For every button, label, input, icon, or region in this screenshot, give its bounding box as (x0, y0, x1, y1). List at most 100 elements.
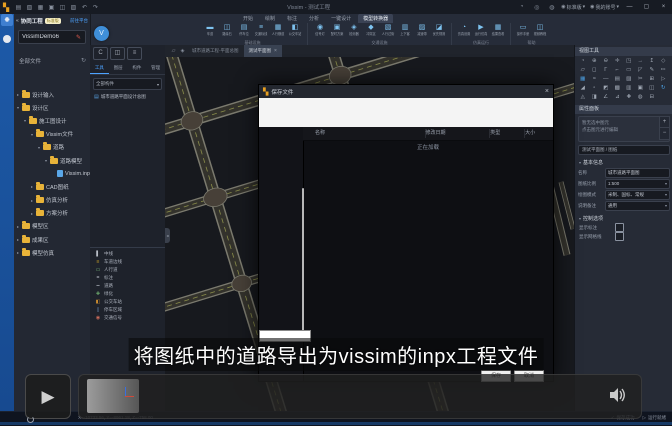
view-tool-icon[interactable]: ∠ (600, 93, 612, 102)
ribbon-button[interactable]: ▦结果查看 (491, 23, 505, 36)
layer-item[interactable]: ━ 道路 (90, 282, 165, 290)
refresh-icon[interactable]: ↻ (81, 57, 86, 65)
ribbon-button[interactable]: ◉信号灯 (313, 23, 327, 36)
ribbon-button[interactable]: ▶运行仿真 (474, 23, 488, 36)
view-tool-icon[interactable]: ◳ (623, 57, 635, 66)
ribbon-button[interactable]: ▥上下客 (398, 23, 412, 36)
tree-item[interactable]: ▸ 设计输入 (14, 88, 90, 101)
view-tool-icon[interactable]: ✎ (646, 66, 658, 75)
layer-item[interactable]: = 标注 (90, 274, 165, 282)
tree-item[interactable]: ▾ 道路 (14, 141, 90, 154)
player-progress-bar[interactable] (78, 374, 642, 419)
ribbon-button[interactable]: ◫视频教程 (533, 23, 547, 36)
section-caret-icon[interactable]: ▾ (579, 160, 581, 165)
view-tool-icon[interactable]: ◢ (577, 84, 589, 93)
column-header[interactable]: 修改日期 (426, 129, 491, 138)
view-tool-icon[interactable]: ◔ (577, 57, 589, 66)
view-tool-icon[interactable]: ▨ (623, 75, 635, 84)
tree-item[interactable]: ▸ 模型区 (14, 220, 90, 233)
tree-item[interactable]: ▾ 道路模型 (14, 154, 90, 167)
property-value-field[interactable]: 城市道路平面图 (605, 168, 670, 178)
doc-tool-icon[interactable]: ▦ (35, 4, 46, 11)
tree-item[interactable]: ▸ 仿真分析 (14, 194, 90, 207)
view-tool-icon[interactable]: ✏ (658, 66, 670, 75)
play-button[interactable]: ▶ (25, 374, 71, 419)
ribbon-button[interactable]: ≡交通标线 (254, 23, 268, 36)
tree-item[interactable]: ▸ 模型仿真 (14, 246, 90, 259)
ribbon-tab[interactable]: 一键设计 (326, 14, 356, 23)
mid-tool-button[interactable]: C (93, 47, 108, 60)
titlebar-icon[interactable]: ◍ (546, 4, 557, 11)
mid-tool-button[interactable]: ◫ (110, 47, 125, 60)
mid-tab[interactable]: 构件 (128, 63, 147, 74)
doc-tool-icon[interactable]: ↶ (79, 4, 90, 11)
view-tool-icon[interactable]: Γ (600, 66, 612, 75)
avatar[interactable] (3, 35, 11, 43)
mid-tab[interactable]: 工具 (90, 63, 109, 74)
view-tool-icon[interactable]: ◩ (600, 84, 612, 93)
doc-tool-icon[interactable]: ▣ (46, 4, 57, 11)
ribbon-tab[interactable]: 标注 (282, 14, 302, 23)
ribbon-button[interactable]: ▬车道 (203, 23, 217, 36)
dialog-scrollbar[interactable] (302, 188, 304, 331)
layer-item[interactable]: ≡ 车道边线 (90, 258, 165, 266)
dialog-title-bar[interactable]: ▚ 保存文件 × (259, 85, 553, 98)
project-name-input[interactable] (19, 34, 76, 40)
view-tool-icon[interactable]: ⊖ (600, 57, 612, 66)
panel-collapse-handle[interactable]: ◂ (165, 228, 170, 243)
column-header[interactable]: 大小 (525, 129, 553, 138)
view-tool-icon[interactable]: ⌐ (612, 66, 624, 75)
project-name-field[interactable]: ✎ (18, 30, 86, 44)
drawing-tab-inactive[interactable]: 城市道路工程-平面总图 (187, 45, 244, 57)
ribbon-button[interactable]: ▨减速带 (415, 23, 429, 36)
drawing-tab-active[interactable]: 测试平面图 × (244, 45, 282, 57)
view-tool-icon[interactable]: ✂ (635, 75, 647, 84)
canvas-tool-icon[interactable]: ▱ (169, 48, 178, 54)
view-tool-icon[interactable]: ◍ (635, 93, 647, 102)
view-tool-icon[interactable]: ≈ (589, 75, 601, 84)
column-header[interactable]: 类型 (490, 129, 525, 138)
layer-item[interactable]: ✚ 绿化 (90, 290, 165, 298)
titlebar-icon[interactable]: ◎ (531, 4, 542, 11)
view-tool-icon[interactable]: ▫ (589, 84, 601, 93)
view-tool-icon[interactable]: ✚ (623, 93, 635, 102)
titlebar-icon[interactable]: ◔ (516, 4, 527, 11)
account-chip[interactable]: ◉ 我的账号 ▾ (590, 4, 619, 11)
layer-item[interactable]: ▭ 人行道 (90, 266, 165, 274)
view-tool-icon[interactable]: ▥ (623, 84, 635, 93)
view-tool-icon[interactable]: ⊟ (646, 93, 658, 102)
doc-tool-icon[interactable]: ▨ (68, 4, 79, 11)
minimize-button[interactable]: — (623, 1, 636, 13)
doc-tool-icon[interactable]: ▧ (24, 4, 35, 11)
doc-tool-icon[interactable]: ▤ (13, 4, 24, 11)
tree-item[interactable]: ▸ CAD图纸 (14, 180, 90, 193)
ribbon-button[interactable]: ◧公交车站 (288, 23, 302, 36)
ribbon-button[interactable]: ◈检测器 (347, 23, 361, 36)
remove-button[interactable]: − (659, 127, 670, 140)
checkbox[interactable] (615, 232, 624, 241)
ribbon-button[interactable]: ▣配时方案 (330, 23, 344, 36)
layer-item[interactable]: ▌ 中线 (90, 250, 165, 258)
tree-item[interactable]: ▾ 设计区 (14, 101, 90, 114)
volume-icon[interactable] (609, 387, 627, 403)
view-tool-icon[interactable]: ▱ (577, 66, 589, 75)
mid-tab[interactable]: 管理 (146, 63, 165, 74)
ribbon-tab[interactable]: 模型转换器 (358, 14, 393, 23)
ribbon-button[interactable]: ▦人行横道 (271, 23, 285, 36)
ribbon-button[interactable]: ◪优先规则 (432, 23, 446, 36)
view-tool-icon[interactable]: ▭ (623, 66, 635, 75)
doc-tool-icon[interactable]: ◫ (57, 4, 68, 11)
tree-item[interactable]: ▾ Vissim文件 (14, 128, 90, 141)
view-tool-icon[interactable]: ◨ (589, 93, 601, 102)
view-tool-icon[interactable]: ◇ (658, 57, 670, 66)
view-tool-icon[interactable]: ◫ (646, 84, 658, 93)
ribbon-button[interactable]: ◔仿真设置 (457, 23, 471, 36)
element-path-field[interactable]: 测试平面图 / 图纸 (578, 145, 670, 155)
view-tool-icon[interactable]: ↥ (646, 57, 658, 66)
ribbon-tab[interactable]: 绘制 (260, 14, 280, 23)
layer-item[interactable]: ◧ 公交车站 (90, 298, 165, 306)
dialog-address-bar[interactable] (259, 98, 553, 127)
property-value-field[interactable]: 通用 ▾ (605, 201, 670, 211)
component-filter-dropdown[interactable]: 全部构件 ▾ (93, 78, 162, 90)
property-value-field[interactable]: 米制、国标、常规 ▾ (605, 190, 670, 200)
